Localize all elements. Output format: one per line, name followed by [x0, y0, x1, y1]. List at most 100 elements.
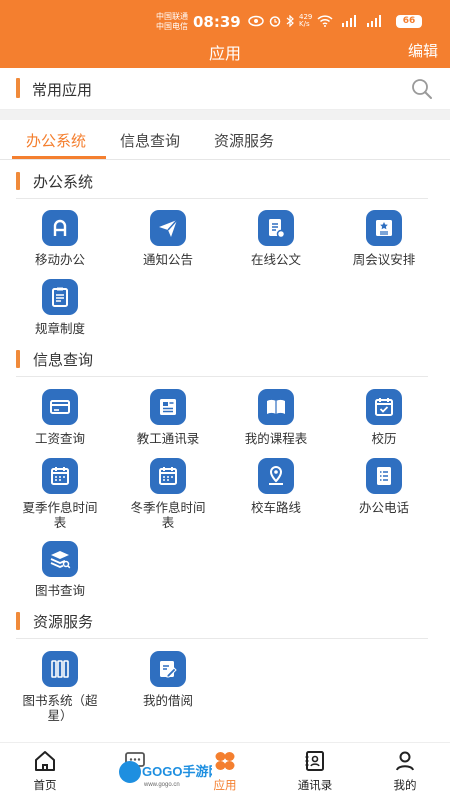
- apps-icon: [215, 752, 235, 770]
- watermark-logo: GOGO手游网 www.gogo.cn: [119, 761, 212, 788]
- app-label: 我的借阅: [142, 693, 193, 708]
- app-weekly-meeting[interactable]: 周会议安排: [330, 210, 438, 267]
- wifi-icon: [317, 15, 333, 27]
- app-my-schedule[interactable]: 我的课程表: [222, 389, 330, 446]
- app-label: 通知公告: [142, 252, 193, 267]
- watermark-url: www.gogo.cn: [143, 782, 180, 788]
- app-label: 在线公文: [250, 252, 301, 267]
- app-label: 周会议安排: [352, 252, 416, 267]
- profile-icon: [396, 751, 414, 771]
- app-school-bus-route[interactable]: 校车路线: [222, 458, 330, 515]
- status-bar: 中国联通 中国电信 08:39 429 K/s 66: [0, 10, 450, 34]
- nav-home[interactable]: 首页: [0, 749, 90, 793]
- tab-active-indicator: [12, 156, 106, 159]
- tab-office-system[interactable]: 办公系统: [26, 130, 86, 151]
- app-summer-schedule[interactable]: 夏季作息时间表: [6, 458, 114, 530]
- phone-list-icon: [366, 458, 402, 494]
- section-title: 信息查询: [33, 351, 94, 369]
- app-my-borrowing[interactable]: 我的借阅: [114, 651, 222, 708]
- carrier-1: 中国联通: [156, 12, 188, 21]
- book-icon: [258, 389, 294, 425]
- status-icons: 429 K/s: [248, 14, 383, 28]
- category-tabs: 办公系统 信息查询 资源服务: [0, 120, 450, 160]
- location-pin-icon: [258, 458, 294, 494]
- favorites-bar: 常用应用: [0, 68, 450, 110]
- carrier-info: 中国联通 中国电信: [156, 12, 188, 32]
- app-header: 中国联通 中国电信 08:39 429 K/s 66 应用 编辑: [0, 0, 450, 68]
- alarm-icon: [269, 16, 281, 27]
- section-divider: [16, 198, 428, 199]
- section-accent: [16, 612, 20, 630]
- nav-label: 首页: [33, 778, 57, 792]
- calendar-check-icon: [366, 389, 402, 425]
- search-icon[interactable]: [410, 77, 434, 101]
- network-speed: 429 K/s: [299, 14, 312, 28]
- section-accent: [16, 172, 20, 190]
- tab-resource-service[interactable]: 资源服务: [214, 130, 274, 151]
- calendar-icon: [150, 458, 186, 494]
- section-divider: [16, 638, 428, 639]
- contacts-icon: [305, 751, 324, 771]
- nav-label: 我的: [393, 778, 417, 792]
- battery-indicator: 66: [396, 15, 422, 28]
- app-label: 图书系统（超星）: [22, 693, 98, 723]
- section-accent: [16, 350, 20, 368]
- nav-label: 通讯录: [297, 778, 333, 792]
- eye-icon: [248, 15, 264, 27]
- app-mobile-office[interactable]: 移动办公: [6, 210, 114, 267]
- app-rules[interactable]: 规章制度: [6, 279, 114, 336]
- app-label: 工资查询: [34, 431, 85, 446]
- app-notice[interactable]: 通知公告: [114, 210, 222, 267]
- app-label: 校历: [371, 431, 397, 446]
- app-label: 冬季作息时间表: [130, 500, 206, 530]
- nav-contacts[interactable]: 通讯录: [270, 749, 360, 793]
- signal-4g-icon: [342, 15, 357, 27]
- book-shelf-icon: [42, 651, 78, 687]
- nav-profile[interactable]: 我的: [360, 749, 450, 793]
- document-icon: [258, 210, 294, 246]
- network-speed-unit: K/s: [299, 20, 310, 28]
- app-school-calendar[interactable]: 校历: [330, 389, 438, 446]
- app-label: 移动办公: [34, 252, 85, 267]
- app-salary-query[interactable]: 工资查询: [6, 389, 114, 446]
- app-label: 校车路线: [250, 500, 301, 515]
- favorites-title: 常用应用: [32, 81, 93, 99]
- borrow-icon: [150, 651, 186, 687]
- app-label: 办公电话: [358, 500, 409, 515]
- app-office-phone[interactable]: 办公电话: [330, 458, 438, 515]
- rules-icon: [42, 279, 78, 315]
- directory-icon: [150, 389, 186, 425]
- app-label: 夏季作息时间表: [22, 500, 98, 530]
- home-icon: [35, 751, 55, 771]
- section-accent: [16, 78, 20, 98]
- tab-info-query[interactable]: 信息查询: [120, 130, 180, 151]
- edit-button[interactable]: 编辑: [408, 40, 438, 61]
- section-title: 办公系统: [33, 173, 94, 191]
- signal-5g-icon: [367, 15, 382, 27]
- app-label: 教工通讯录: [136, 431, 200, 446]
- app-staff-directory[interactable]: 教工通讯录: [114, 389, 222, 446]
- app-winter-schedule[interactable]: 冬季作息时间表: [114, 458, 222, 530]
- app-online-document[interactable]: 在线公文: [222, 210, 330, 267]
- divider: [0, 110, 450, 120]
- app-library-system[interactable]: 图书系统（超星）: [6, 651, 114, 723]
- mobile-office-icon: [42, 210, 78, 246]
- meeting-board-icon: [366, 210, 402, 246]
- carrier-2: 中国电信: [156, 22, 188, 31]
- section-header-resource: 资源服务: [0, 610, 450, 639]
- section-divider: [16, 376, 428, 377]
- app-label: 规章制度: [34, 321, 85, 336]
- page-title: 应用: [208, 44, 241, 63]
- book-search-icon: [42, 541, 78, 577]
- calendar-icon: [42, 458, 78, 494]
- bluetooth-icon: [286, 15, 294, 27]
- section-header-info: 信息查询: [0, 348, 450, 377]
- card-icon: [42, 389, 78, 425]
- bottom-navigation: 首页 消息 应用 通讯录 我的: [0, 742, 450, 800]
- app-book-search[interactable]: 图书查询: [6, 541, 114, 598]
- clock: 08:39: [193, 13, 241, 31]
- section-title: 资源服务: [33, 613, 94, 631]
- app-label: 图书查询: [34, 583, 85, 598]
- paper-plane-icon: [150, 210, 186, 246]
- app-label: 我的课程表: [244, 431, 308, 446]
